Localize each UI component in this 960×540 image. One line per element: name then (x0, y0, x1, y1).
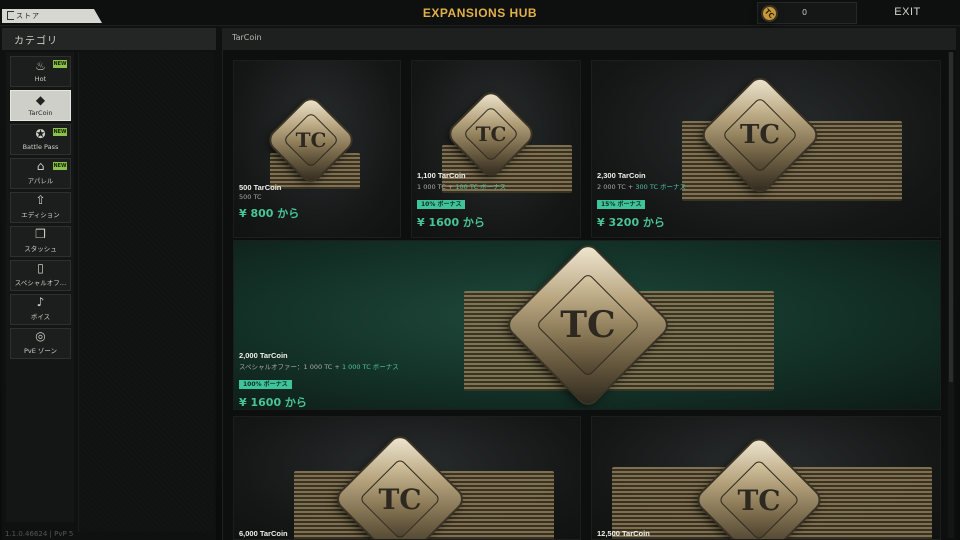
scrollbar-thumb[interactable] (949, 52, 953, 382)
balance-value: 0 (802, 8, 808, 17)
bonus-badge: 100% ボーナス (239, 380, 292, 389)
category-label: エディション (21, 211, 60, 219)
offer-card-12500[interactable]: TC 12,500 TarCoin (591, 416, 941, 540)
sidebar-panel (78, 52, 214, 532)
offer-card-2300[interactable]: TC 2,300 TarCoin 2 000 TC + 300 TC ボーナス … (591, 60, 941, 238)
new-badge: NEW (53, 128, 67, 136)
category-label: ボイス (30, 313, 51, 321)
hanger-icon: ⌂ (36, 159, 45, 173)
category-apparel[interactable]: NEW ⌂ アパレル (10, 158, 71, 189)
category-label: Hot (34, 75, 47, 83)
exit-button[interactable]: EXIT (880, 6, 935, 18)
category-label: Battle Pass (22, 143, 59, 151)
category-edition[interactable]: ⇧ エディション (10, 192, 71, 223)
offer-name: 6,000 TarCoin (239, 529, 288, 538)
version-label: 1.1.0.46624 | PvP 5 (5, 530, 74, 538)
offer-info: 12,500 TarCoin (597, 529, 650, 538)
offer-card-6000[interactable]: TC 6,000 TarCoin (233, 416, 581, 540)
arrow-up-circle-icon: ⇧ (35, 193, 46, 207)
speaker-icon: ♪ (36, 295, 45, 309)
section-title: TarCoin (232, 33, 262, 42)
category-stash[interactable]: ❒ スタッシュ (10, 226, 71, 257)
offer-desc: 1 000 TC + 100 TC ボーナス (417, 183, 507, 191)
offer-card-1100[interactable]: TC 1,100 TarCoin 1 000 TC + 100 TC ボーナス … (411, 60, 581, 238)
store-icon (7, 11, 14, 20)
offer-name: 2,300 TarCoin (597, 171, 646, 180)
offer-info: 2,300 TarCoin 2 000 TC + 300 TC ボーナス 15%… (597, 171, 686, 230)
category-title: カテゴリ (14, 36, 58, 47)
tc-coin-icon: TC (505, 242, 671, 408)
tc-coin-icon: TC (334, 433, 466, 539)
category-tarcoin[interactable]: ◆ TarCoin (10, 90, 71, 121)
offer-desc: スペシャルオファー：1 000 TC + 1 000 TC ボーナス (239, 363, 399, 371)
phone-card-icon: ▯ (37, 261, 44, 275)
tc-coin-icon: TC (760, 4, 779, 23)
cube-icon: ❒ (35, 227, 46, 241)
offer-desc: 500 TC (239, 193, 262, 201)
tc-coin-icon: TC (447, 90, 535, 178)
offer-price: ¥ 800 から (239, 207, 300, 220)
category-label: アパレル (27, 177, 54, 185)
category-pve-zone[interactable]: ◎ PvE ゾーン (10, 328, 71, 359)
flame-icon: ♨ (35, 59, 46, 73)
category-label: スペシャルオフ… (14, 279, 67, 287)
category-label: PvE ゾーン (23, 347, 58, 355)
offer-name: 2,000 TarCoin (239, 351, 288, 360)
offer-price: ¥ 1600 から (417, 216, 485, 229)
store-tab-label: ストア (16, 12, 40, 20)
offer-price: ¥ 1600 から (239, 396, 307, 409)
offer-info: 2,000 TarCoin スペシャルオファー：1 000 TC + 1 000… (239, 351, 399, 409)
offer-name: 500 TarCoin (239, 183, 282, 192)
category-hot[interactable]: NEW ♨ Hot (10, 56, 71, 87)
offer-name: 1,100 TarCoin (417, 171, 466, 180)
category-label: TarCoin (28, 109, 53, 117)
bonus-badge: 15% ボーナス (597, 200, 646, 209)
offer-card-500[interactable]: TC 500 TarCoin 500 TC ¥ 800 から (233, 60, 401, 238)
category-special-offer[interactable]: ▯ スペシャルオフ… (10, 260, 71, 291)
tc-coin-icon: TC (700, 75, 820, 195)
offer-info: 6,000 TarCoin (239, 529, 288, 538)
offer-info: 500 TarCoin 500 TC ¥ 800 から (239, 183, 299, 221)
category-label: スタッシュ (24, 245, 57, 253)
page-title: EXPANSIONS HUB (422, 6, 538, 20)
tc-coin-icon: ◆ (35, 93, 46, 107)
tc-coin-icon: TC (695, 436, 823, 539)
new-badge: NEW (53, 162, 67, 170)
top-bar: ストア EXPANSIONS HUB TC 0 EXIT (0, 0, 960, 26)
category-battle-pass[interactable]: NEW ✪ Battle Pass (10, 124, 71, 155)
offer-desc: 2 000 TC + 300 TC ボーナス (597, 183, 687, 191)
offer-card-2000-special[interactable]: TC 2,000 TarCoin スペシャルオファー：1 000 TC + 1 … (233, 240, 941, 410)
expansions-hub-screen: { "header": { "store_tab_label": "ストア", … (0, 0, 960, 540)
offer-name: 12,500 TarCoin (597, 529, 650, 538)
badge-icon: ✪ (35, 127, 46, 141)
offer-info: 1,100 TarCoin 1 000 TC + 100 TC ボーナス 10%… (417, 171, 506, 230)
target-icon: ◎ (35, 329, 46, 343)
balance-display: TC 0 (757, 2, 857, 24)
category-header: カテゴリ (2, 28, 216, 50)
bonus-badge: 10% ボーナス (417, 200, 466, 209)
offer-price: ¥ 3200 から (597, 216, 665, 229)
store-tab[interactable]: ストア (2, 9, 102, 23)
tc-coin-icon: TC (267, 96, 355, 184)
new-badge: NEW (53, 60, 67, 68)
category-voice[interactable]: ♪ ボイス (10, 294, 71, 325)
section-header: TarCoin (222, 28, 956, 50)
